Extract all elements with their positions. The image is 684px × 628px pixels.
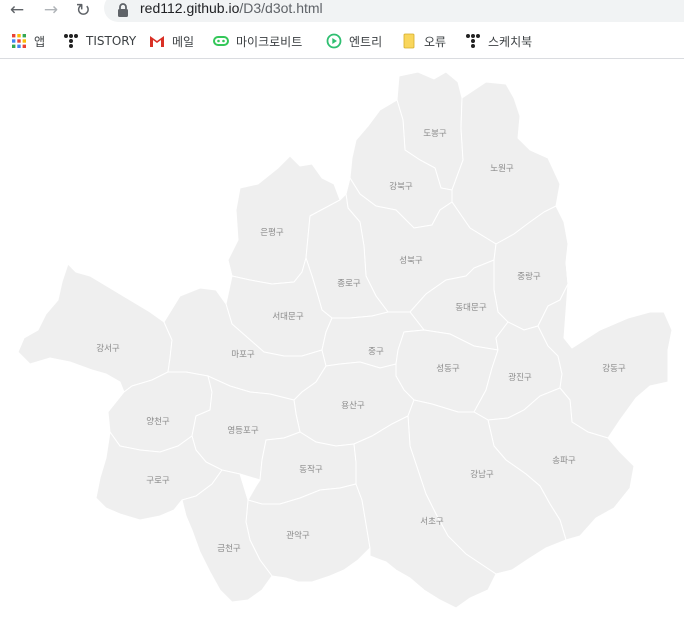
map-svg: 도봉구 노원구 강북구 은평구 성북구 종로구 중랑구 서대문구 동대문구 강서… [17, 71, 673, 609]
bookmark-label: TISTORY [86, 34, 137, 48]
district-label: 성동구 [436, 364, 460, 374]
district-label: 서초구 [420, 517, 444, 527]
district-label: 마포구 [231, 350, 255, 360]
back-arrow-icon[interactable]: ← [6, 0, 28, 20]
tistory-icon [466, 34, 480, 48]
district-label: 성북구 [399, 256, 423, 266]
district-label: 송파구 [552, 456, 576, 466]
district-label: 동작구 [299, 464, 323, 475]
apps-grid-icon [12, 34, 26, 48]
district-label: 강남구 [470, 469, 494, 480]
district-label: 영등포구 [227, 425, 258, 436]
district-label: 도봉구 [423, 129, 447, 139]
bookmark-apps[interactable]: 앱 [11, 31, 45, 51]
district-label: 관악구 [286, 530, 310, 541]
district-label: 강서구 [96, 343, 120, 354]
bookmark-entry[interactable]: 엔트리 [326, 31, 382, 51]
address-bar[interactable]: red112.github.io/D3/d3ot.html [104, 0, 684, 22]
bookmark-label: 스케치북 [488, 34, 533, 49]
bookmark-error[interactable]: 오류 [401, 31, 446, 51]
district-label: 중구 [368, 347, 384, 357]
district-label: 동대문구 [455, 303, 486, 313]
district-label: 노원구 [490, 164, 514, 174]
url-path: /D3/d3ot.html [239, 0, 323, 16]
url-host: red112.github.io [140, 0, 240, 16]
bookmark-microbit[interactable]: 마이크로비트 [213, 31, 302, 51]
lock-icon [118, 3, 128, 17]
district-gangseo-gu[interactable] [17, 263, 173, 393]
seoul-district-map: 도봉구 노원구 강북구 은평구 성북구 종로구 중랑구 서대문구 동대문구 강서… [0, 59, 684, 628]
district-label: 강북구 [389, 181, 413, 192]
bookmark-sketchbook[interactable]: 스케치북 [465, 31, 532, 51]
district-label: 금천구 [217, 543, 241, 554]
bookmark-label: 오류 [424, 34, 447, 49]
bookmark-label: 엔트리 [349, 34, 383, 49]
gmail-icon [150, 36, 164, 47]
district-label: 중랑구 [517, 271, 541, 282]
district-label: 구로구 [146, 476, 170, 486]
district-label: 양천구 [146, 416, 170, 427]
bookmark-label: 마이크로비트 [236, 34, 303, 49]
bookmarks-bar: 앱 TISTORY 메일 마이크로비트 엔트리 오류 스케치북 [0, 24, 684, 59]
district-label: 강동구 [602, 363, 626, 374]
forward-arrow-icon[interactable]: → [40, 0, 62, 20]
microbit-icon [213, 36, 229, 46]
district-label: 은평구 [260, 227, 284, 238]
district-label: 광진구 [508, 372, 532, 383]
district-label: 용산구 [341, 400, 365, 411]
browser-toolbar: ← → ↻ red112.github.io/D3/d3ot.html [0, 0, 684, 22]
district-label: 종로구 [337, 279, 361, 289]
district-label: 서대문구 [272, 312, 303, 322]
entry-play-icon [326, 33, 342, 49]
tistory-icon [64, 34, 78, 48]
reload-icon[interactable]: ↻ [72, 0, 94, 21]
bookmark-label: 앱 [34, 34, 46, 49]
folder-icon [403, 33, 415, 49]
url-text: red112.github.io/D3/d3ot.html [140, 0, 323, 16]
bookmark-tistory[interactable]: TISTORY [63, 31, 136, 51]
bookmark-label: 메일 [172, 34, 195, 49]
bookmark-mail[interactable]: 메일 [149, 31, 194, 51]
